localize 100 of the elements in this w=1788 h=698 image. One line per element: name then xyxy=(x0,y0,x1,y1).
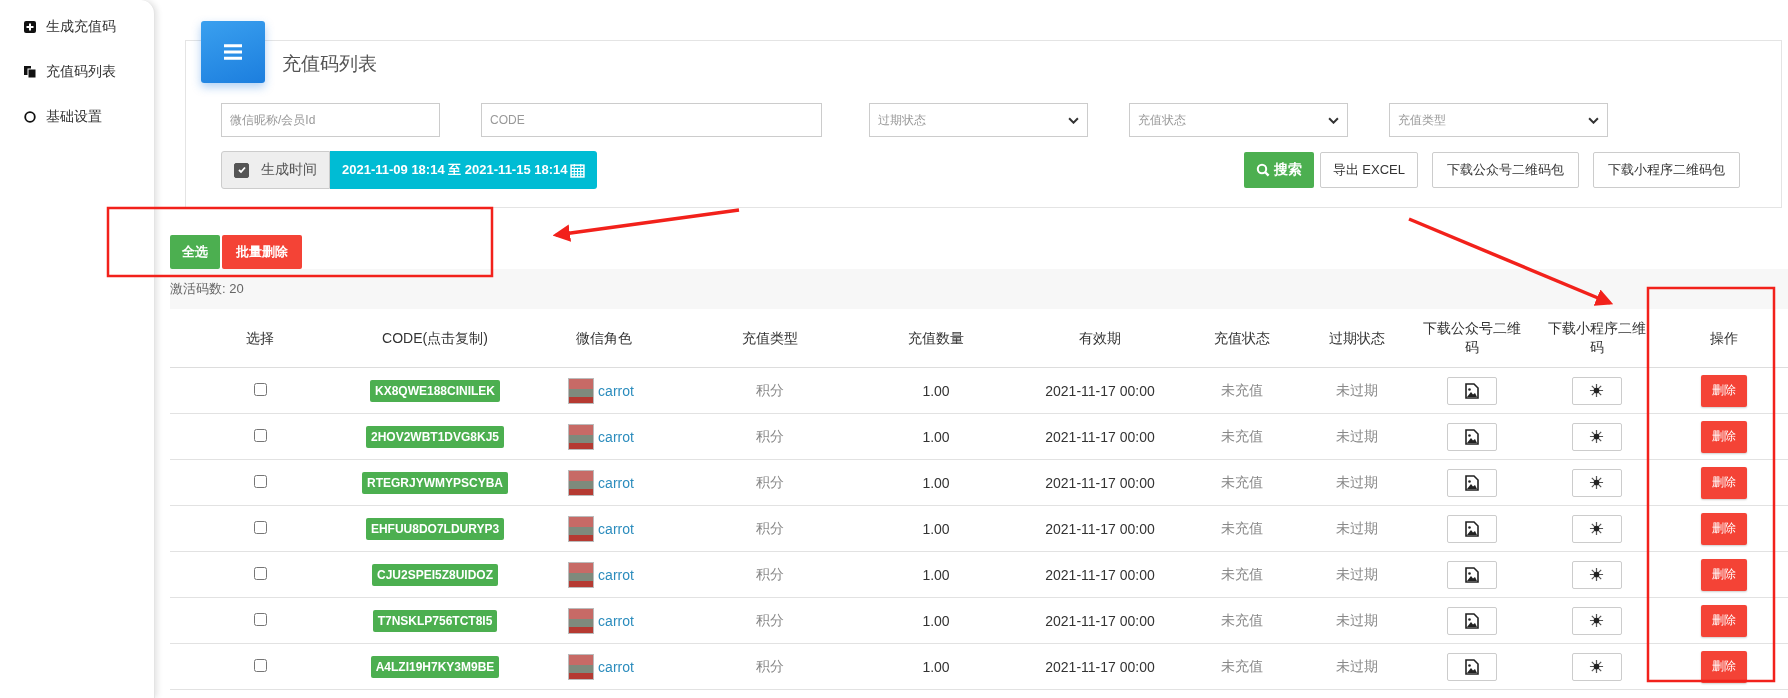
nickname-field[interactable]: 微信昵称/会员Id xyxy=(221,103,440,137)
delete-button[interactable]: 删除 xyxy=(1701,466,1747,499)
sparkle-icon xyxy=(1589,475,1604,490)
role-link[interactable]: carrot xyxy=(598,658,634,675)
qr-download-button[interactable] xyxy=(1571,514,1622,543)
menu-icon xyxy=(201,21,265,83)
column-header: 操作 xyxy=(1710,329,1738,346)
image-file-icon xyxy=(1465,382,1479,399)
date-range-picker[interactable]: 2021-11-09 18:14 至 2021-11-15 18:14 xyxy=(330,151,597,189)
table-cell: 1.00 xyxy=(922,520,950,537)
bulk-delete-button[interactable]: 批量删除 xyxy=(222,235,302,269)
qr-download-button[interactable] xyxy=(1447,468,1497,497)
avatar-placeholder xyxy=(568,653,595,680)
download-button[interactable]: 下载公众号二维码包 xyxy=(1432,152,1579,188)
chevron-down-icon xyxy=(1328,116,1339,124)
table-cell: 未充值 xyxy=(1220,565,1263,582)
qr-download-button[interactable] xyxy=(1571,606,1622,635)
sidebar-item[interactable]: 充值码列表 xyxy=(0,49,154,94)
code-field[interactable]: CODE xyxy=(481,103,822,137)
table-cell: 1.00 xyxy=(922,428,950,445)
table-cell: 1.00 xyxy=(922,382,950,399)
column-header: 微信角色 xyxy=(576,329,632,346)
role-link[interactable]: carrot xyxy=(598,382,634,399)
table-cell: 1.00 xyxy=(922,566,950,583)
qr-download-button[interactable] xyxy=(1447,606,1497,635)
column-header: 下载小程序二维码 xyxy=(1547,320,1646,355)
role-link[interactable]: carrot xyxy=(598,612,634,629)
code-tag[interactable]: EHFUU8DO7LDURYP3 xyxy=(365,517,505,540)
qr-download-button[interactable] xyxy=(1447,376,1497,405)
select-all-button[interactable]: 全选 xyxy=(170,235,220,269)
row-checkbox[interactable] xyxy=(253,520,267,534)
table-cell: 未过期 xyxy=(1336,473,1378,490)
delete-button[interactable]: 删除 xyxy=(1701,512,1747,545)
row-checkbox[interactable] xyxy=(253,612,267,626)
circle-icon xyxy=(24,110,36,123)
table-cell: 未充值 xyxy=(1220,519,1263,536)
code-tag[interactable]: 2HOV2WBT1DVG8KJ5 xyxy=(365,425,504,448)
sparkle-icon xyxy=(1589,567,1604,582)
delete-button[interactable]: 删除 xyxy=(1701,558,1747,591)
table-cell: 积分 xyxy=(756,611,784,628)
search-button[interactable]: 搜索 xyxy=(1243,152,1314,188)
row-checkbox[interactable] xyxy=(253,382,267,396)
qr-download-button[interactable] xyxy=(1447,422,1497,451)
calendar-icon xyxy=(569,162,585,178)
qr-download-button[interactable] xyxy=(1447,514,1497,543)
role-link[interactable]: carrot xyxy=(598,474,634,491)
table-cell: 未过期 xyxy=(1336,611,1378,628)
role-link[interactable]: carrot xyxy=(598,566,634,583)
qr-download-button[interactable] xyxy=(1447,560,1497,589)
row-checkbox[interactable] xyxy=(253,428,267,442)
delete-button[interactable]: 删除 xyxy=(1701,650,1747,683)
qr-download-button[interactable] xyxy=(1571,422,1622,451)
code-tag[interactable]: T7NSKLP756TCT8I5 xyxy=(372,609,498,632)
table-cell: 2021-11-17 00:00 xyxy=(1045,612,1155,629)
table-cell: 2021-11-17 00:00 xyxy=(1045,566,1155,583)
column-header: 充值状态 xyxy=(1213,329,1270,346)
sparkle-icon xyxy=(1589,429,1604,444)
qr-download-button[interactable] xyxy=(1571,376,1622,405)
table-cell: 未过期 xyxy=(1336,427,1378,444)
delete-button[interactable]: 删除 xyxy=(1701,420,1747,453)
row-checkbox[interactable] xyxy=(253,474,267,488)
delete-button[interactable]: 删除 xyxy=(1701,604,1747,637)
table-cell: 2021-11-17 00:00 xyxy=(1045,658,1155,675)
code-tag[interactable]: RTEGRJYWMYPSCYBA xyxy=(362,471,508,494)
qr-download-button[interactable] xyxy=(1571,468,1622,497)
column-header: 选择 xyxy=(246,329,274,346)
code-tag[interactable]: CJU2SPEI5Z8UIDOZ xyxy=(371,563,498,586)
delete-button[interactable]: 删除 xyxy=(1701,374,1747,407)
qr-download-button[interactable] xyxy=(1447,652,1497,681)
count-label: 激活码数: 20 xyxy=(170,280,244,298)
role-link[interactable]: carrot xyxy=(598,520,634,537)
table-cell: 2021-11-17 00:00 xyxy=(1045,474,1155,491)
export-button[interactable]: 导出 EXCEL xyxy=(1319,152,1418,188)
role-link[interactable]: carrot xyxy=(598,428,634,445)
table-cell: 2021-11-17 00:00 xyxy=(1045,428,1155,445)
qr-download-button[interactable] xyxy=(1571,652,1622,681)
table-cell: 2021-11-17 00:00 xyxy=(1045,382,1155,399)
row-checkbox[interactable] xyxy=(253,658,267,672)
image-file-icon xyxy=(1465,612,1479,629)
checkbox[interactable] xyxy=(234,162,249,178)
column-header: CODE(点击复制) xyxy=(382,329,488,346)
status-select[interactable]: 充值状态 xyxy=(1129,103,1348,137)
status-select[interactable]: 充值类型 xyxy=(1389,103,1608,137)
row-checkbox[interactable] xyxy=(253,566,267,580)
table-cell: 1.00 xyxy=(922,612,950,629)
code-tag[interactable]: KX8QWE188CINILEK xyxy=(370,379,500,402)
card-title: 充值码列表 xyxy=(282,52,377,76)
column-header: 充值类型 xyxy=(742,329,798,346)
download-button[interactable]: 下载小程序二维码包 xyxy=(1593,152,1740,188)
status-select[interactable]: 过期状态 xyxy=(869,103,1088,137)
search-icon xyxy=(1255,163,1270,177)
time-filter-toggle[interactable]: 生成时间 xyxy=(221,151,330,189)
avatar-placeholder xyxy=(568,561,595,588)
sidebar-item[interactable]: 生成充值码 xyxy=(0,4,154,49)
sidebar-item[interactable]: 基础设置 xyxy=(0,94,154,139)
qr-download-button[interactable] xyxy=(1571,560,1622,589)
code-tag[interactable]: A4LZI19H7KY3M9BE xyxy=(370,655,500,678)
table-cell: 1.00 xyxy=(922,658,950,675)
table-cell: 未过期 xyxy=(1336,381,1378,398)
table-cell: 未充值 xyxy=(1220,611,1263,628)
